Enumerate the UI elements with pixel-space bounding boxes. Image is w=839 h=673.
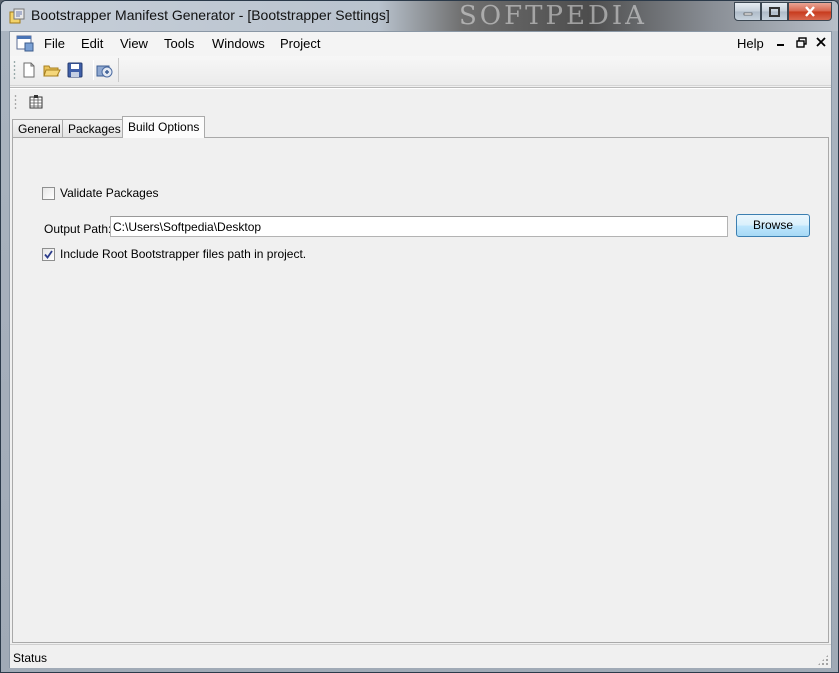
- toolbar-grip[interactable]: [14, 94, 17, 110]
- divider: [10, 87, 831, 89]
- tab-general[interactable]: General: [12, 119, 67, 138]
- menu-file[interactable]: File: [44, 36, 65, 51]
- app-window: Bootstrapper Manifest Generator - [Boots…: [0, 0, 839, 673]
- output-path-input[interactable]: C:\Users\Softpedia\Desktop: [110, 216, 728, 237]
- include-root-label[interactable]: Include Root Bootstrapper files path in …: [60, 247, 306, 261]
- menu-edit[interactable]: Edit: [81, 36, 103, 51]
- toolbar-grip[interactable]: [13, 60, 16, 80]
- build-button[interactable]: [94, 60, 114, 80]
- new-button[interactable]: [19, 60, 39, 80]
- menu-help[interactable]: Help: [737, 36, 764, 51]
- mdi-client: File Edit View Tools Windows Project Hel…: [9, 31, 832, 668]
- tab-strip: General Packages Build Options: [12, 116, 831, 138]
- menu-view[interactable]: View: [120, 36, 148, 51]
- child-window-icon[interactable]: [16, 34, 34, 52]
- validate-packages-row[interactable]: Validate Packages: [42, 186, 159, 200]
- menu-bar: File Edit View Tools Windows Project Hel…: [10, 32, 831, 56]
- watermark-text: SOFTPEDIA: [459, 1, 647, 31]
- open-folder-icon: [43, 65, 61, 77]
- maximize-icon: [769, 6, 780, 17]
- build-icon: [96, 65, 113, 78]
- resize-grip[interactable]: [817, 654, 829, 666]
- menu-project[interactable]: Project: [280, 36, 320, 51]
- validate-packages-checkbox[interactable]: [42, 186, 55, 200]
- maximize-button[interactable]: [761, 2, 788, 21]
- toolbar-end: [116, 58, 119, 82]
- window-title: Bootstrapper Manifest Generator - [Boots…: [31, 7, 390, 23]
- build-options-panel: Validate Packages Output Path: C:\Users\…: [12, 137, 829, 643]
- tab-build-options[interactable]: Build Options: [122, 116, 206, 138]
- browse-button[interactable]: Browse: [736, 214, 810, 237]
- checkmark-icon: [44, 249, 53, 259]
- menu-tools[interactable]: Tools: [164, 36, 194, 51]
- minimize-icon: [743, 12, 752, 15]
- minimize-icon: [777, 44, 784, 46]
- menu-windows[interactable]: Windows: [212, 36, 265, 51]
- restore-icon: [795, 36, 807, 48]
- app-icon[interactable]: [8, 7, 26, 25]
- close-icon: [805, 6, 815, 17]
- mdi-controls: [775, 36, 827, 48]
- save-icon: [67, 62, 83, 78]
- close-icon: [816, 37, 826, 47]
- include-root-checkbox[interactable]: [42, 247, 55, 261]
- mdi-restore-button[interactable]: [795, 36, 807, 48]
- close-button[interactable]: [788, 2, 832, 21]
- mdi-minimize-button[interactable]: [775, 36, 787, 48]
- title-bar[interactable]: Bootstrapper Manifest Generator - [Boots…: [1, 1, 838, 31]
- properties-button[interactable]: [27, 93, 45, 111]
- main-toolbar: [10, 56, 831, 86]
- validate-packages-label[interactable]: Validate Packages: [60, 186, 159, 200]
- status-bar: Status: [10, 644, 831, 668]
- caption-buttons: [734, 2, 832, 21]
- include-root-row[interactable]: Include Root Bootstrapper files path in …: [42, 247, 306, 261]
- grid-properties-icon: [29, 95, 43, 109]
- status-text: Status: [13, 651, 48, 665]
- save-button[interactable]: [65, 60, 85, 80]
- minimize-button[interactable]: [734, 2, 761, 21]
- tab-packages[interactable]: Packages: [62, 119, 127, 138]
- mdi-close-button[interactable]: [815, 36, 827, 48]
- new-document-icon: [23, 62, 35, 78]
- open-button[interactable]: [42, 60, 62, 80]
- secondary-toolbar: [10, 91, 831, 115]
- output-path-label: Output Path:: [44, 222, 112, 236]
